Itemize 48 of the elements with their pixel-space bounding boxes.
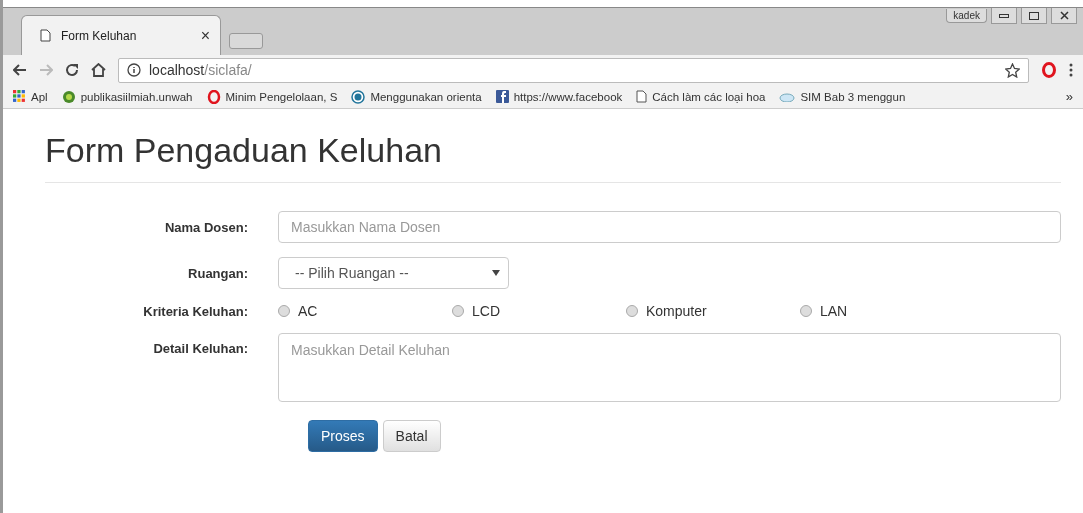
bookmark-link[interactable]: Apl (13, 90, 48, 103)
browser-tab[interactable]: Form Keluhan × (21, 15, 221, 55)
apps-grid-icon (13, 90, 26, 103)
wordpress-icon (351, 89, 366, 104)
room-dropdown[interactable]: -- Pilih Ruangan -- (278, 257, 509, 289)
reload-icon[interactable] (65, 63, 79, 77)
page-icon (636, 90, 648, 103)
profile-button[interactable]: kadek (946, 9, 987, 23)
menu-icon[interactable] (1069, 63, 1073, 77)
ring-icon (206, 89, 221, 104)
radio-option[interactable]: LAN (800, 303, 974, 319)
field-label: Kriteria Keluhan: (142, 303, 249, 319)
radio-option[interactable]: LCD (452, 303, 626, 319)
minimize-icon (999, 13, 1009, 18)
cloud-icon (779, 91, 796, 102)
maximize-icon (1029, 11, 1039, 20)
close-icon (1059, 11, 1069, 20)
bookmark-link[interactable]: publikasiilmiah.unwah (61, 89, 193, 104)
radio-option[interactable]: Komputer (626, 303, 800, 319)
minimize-button[interactable] (991, 8, 1017, 24)
bookmark-link[interactable]: Menggunakan orienta (351, 89, 482, 104)
tab-title: Form Keluhan (61, 28, 138, 43)
close-button[interactable] (1051, 8, 1077, 24)
page-title: Form Pengaduan Keluhan (45, 131, 1061, 183)
facebook-icon (495, 90, 509, 103)
bookmark-link[interactable]: SIM Bab 3 menggun (779, 90, 906, 103)
info-icon (127, 63, 141, 77)
back-icon[interactable] (13, 64, 27, 76)
field-label: Detail Keluhan: (152, 340, 249, 356)
address-bar[interactable]: localhost/siclafa/ (118, 57, 1029, 83)
bookmark-link[interactable]: Minim Pengelolaan, S (206, 89, 338, 104)
opera-icon[interactable] (1041, 62, 1057, 78)
home-icon[interactable] (91, 63, 106, 77)
star-icon[interactable] (1005, 62, 1020, 78)
field-label: Nama Dosen: (163, 219, 249, 235)
cancel-button[interactable]: Batal (382, 420, 441, 452)
field-label: Ruangan: (187, 265, 249, 281)
maximize-button[interactable] (1021, 8, 1047, 24)
url-text: localhost/siclafa/ (149, 62, 253, 78)
radio-option[interactable]: AC (278, 303, 452, 319)
caret-icon (492, 270, 500, 276)
tab-close-button[interactable]: × (200, 26, 210, 45)
bookmark-link[interactable]: Cách làm các loại hoa (636, 90, 766, 103)
globe-icon (61, 89, 76, 104)
more-bookmarks-button[interactable]: » (1065, 89, 1073, 104)
bookmark-link[interactable]: https://www.facebook (495, 90, 623, 103)
page-icon (40, 29, 51, 42)
submit-button[interactable]: Proses (308, 420, 378, 452)
